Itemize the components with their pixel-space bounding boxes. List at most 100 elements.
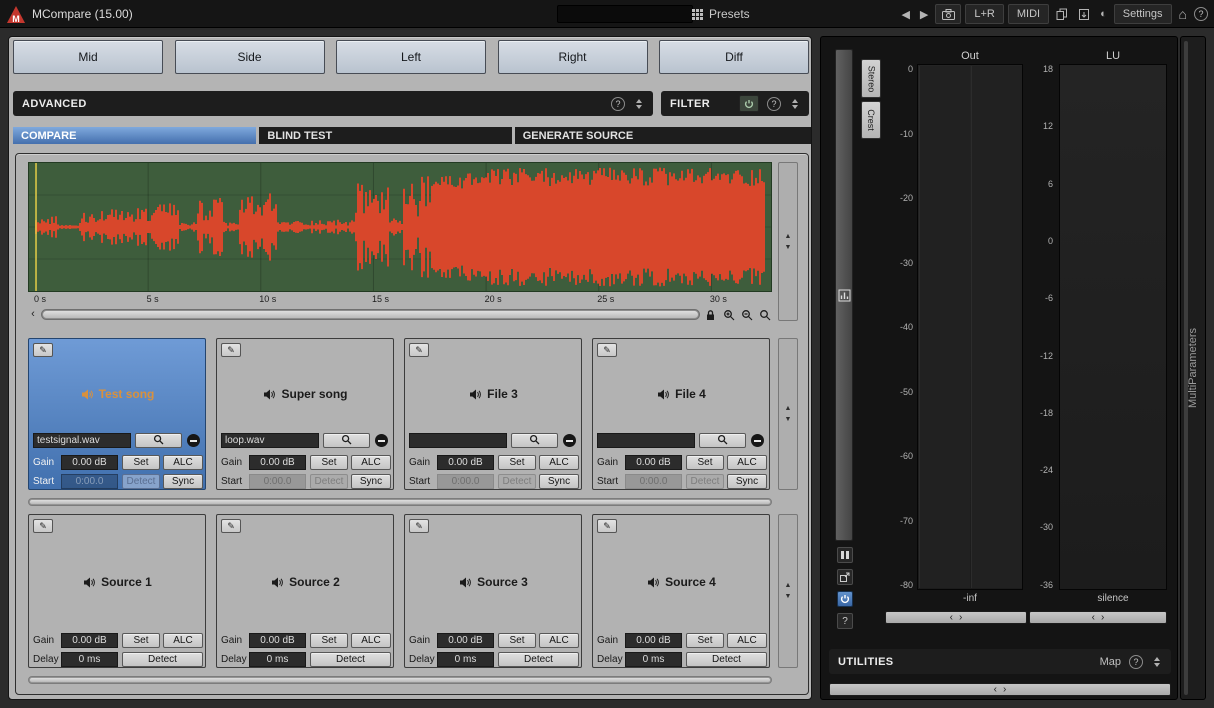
comparison-slot[interactable]: ✎ File 3 Gain 0.00 dB Set ALC [404,338,582,490]
copy-settings-button[interactable] [1053,4,1071,24]
gain-set-button[interactable]: Set [310,633,348,648]
remove-file-button[interactable] [749,433,765,448]
gain-set-button[interactable]: Set [122,455,160,470]
gain-value[interactable]: 0.00 dB [249,455,306,470]
gain-value[interactable]: 0.00 dB [249,633,306,648]
file-path-input[interactable] [597,433,695,448]
lu-meter-scrollbar[interactable]: ‹ › [1029,611,1167,624]
delay-detect-button[interactable]: Detect [498,652,579,667]
source-slot[interactable]: ✎ Source 2 Gain 0.00 dB Set ALC Delay 0 … [216,514,394,668]
row1-scroll-down-button[interactable]: ▼ [785,416,792,423]
channel-mode-button[interactable]: Mid [13,40,163,74]
remove-file-button[interactable] [373,433,389,448]
out-meter-scrollbar[interactable]: ‹ › [885,611,1027,624]
mode-tab[interactable]: GENERATE SOURCE [515,127,811,144]
alc-button[interactable]: ALC [163,633,203,648]
meters-help-button[interactable]: ? [837,613,853,629]
remove-file-button[interactable] [561,433,577,448]
gain-value[interactable]: 0.00 dB [437,633,494,648]
channel-mode-button[interactable]: Diff [659,40,809,74]
zoom-in-button[interactable] [721,308,736,321]
sync-button[interactable]: Sync [727,474,767,489]
filter-power-button[interactable] [739,95,759,112]
delay-value[interactable]: 0 ms [249,652,306,667]
source-slot[interactable]: ✎ Source 3 Gain 0.00 dB Set ALC Delay 0 … [404,514,582,668]
browse-file-button[interactable] [135,433,182,448]
scrollbar-track[interactable] [41,309,700,320]
sync-button[interactable]: Sync [351,474,391,489]
home-button[interactable]: ⌂ [1176,4,1190,24]
gain-value[interactable]: 0.00 dB [625,633,682,648]
alc-button[interactable]: ALC [539,633,579,648]
edit-slot-button[interactable]: ✎ [409,519,429,533]
gain-set-button[interactable]: Set [686,633,724,648]
browse-file-button[interactable] [511,433,558,448]
edit-slot-button[interactable]: ✎ [33,519,53,533]
gain-value[interactable]: 0.00 dB [61,455,118,470]
redo-forward-button[interactable]: ▶ [917,4,931,24]
advanced-help-button[interactable]: ? [611,97,625,111]
presets-button[interactable]: Presets [692,4,750,24]
analyzer-button[interactable] [838,289,851,302]
lr-channel-mode-button[interactable]: L+R [965,4,1004,24]
slots-row1-hscrollbar[interactable] [28,498,772,506]
channel-mode-button[interactable]: Right [498,40,648,74]
browse-file-button[interactable] [699,433,746,448]
alc-button[interactable]: ALC [727,455,767,470]
filter-collapse-spinner[interactable] [789,99,801,109]
alc-button[interactable]: ALC [727,633,767,648]
theme-toggle-button[interactable]: ◐ [1097,4,1110,24]
alc-button[interactable]: ALC [539,455,579,470]
snapshot-button[interactable] [935,4,961,24]
edit-slot-button[interactable]: ✎ [33,343,53,357]
mode-tab[interactable]: BLIND TEST [259,127,511,144]
sync-button[interactable]: Sync [539,474,579,489]
scroll-left-button[interactable]: ‹ [28,308,38,321]
gain-value[interactable]: 0.00 dB [61,633,118,648]
scrollbar-thumb[interactable] [30,500,770,504]
settings-button[interactable]: Settings [1114,4,1172,24]
map-button[interactable]: Map [1100,656,1121,668]
gain-set-button[interactable]: Set [498,633,536,648]
multiparameters-panel-handle[interactable]: MultiParameters [1180,36,1206,700]
gain-set-button[interactable]: Set [686,455,724,470]
browse-file-button[interactable] [323,433,370,448]
alc-button[interactable]: ALC [351,633,391,648]
panel-bottom-scrollbar[interactable]: ‹ › [829,683,1171,696]
row1-scroll-up-button[interactable]: ▲ [785,405,792,412]
gain-value[interactable]: 0.00 dB [625,455,682,470]
advanced-collapse-spinner[interactable] [633,99,645,109]
scrollbar-thumb[interactable] [30,678,770,682]
utilities-help-button[interactable]: ? [1129,655,1143,669]
edit-slot-button[interactable]: ✎ [409,343,429,357]
comparison-slot[interactable]: ✎ Super song Gain 0.00 dB Set ALC [216,338,394,490]
edit-slot-button[interactable]: ✎ [597,519,617,533]
scrollbar-thumb[interactable] [43,311,698,318]
undo-back-button[interactable]: ◀ [898,4,912,24]
delay-value[interactable]: 0 ms [625,652,682,667]
paste-settings-button[interactable] [1075,4,1093,24]
lock-zoom-button[interactable] [703,308,718,321]
pause-meters-button[interactable] [837,547,853,563]
row2-scroll-down-button[interactable]: ▼ [785,593,792,600]
remove-file-button[interactable] [185,433,201,448]
alc-button[interactable]: ALC [351,455,391,470]
edit-slot-button[interactable]: ✎ [597,343,617,357]
comparison-slot[interactable]: ✎ File 4 Gain 0.00 dB Set ALC [592,338,770,490]
delay-detect-button[interactable]: Detect [122,652,203,667]
gain-value[interactable]: 0.00 dB [437,455,494,470]
wave-zoom-up-button[interactable]: ▲ [785,233,792,240]
zoom-fit-button[interactable] [757,308,772,321]
gain-set-button[interactable]: Set [122,633,160,648]
row2-scroll-up-button[interactable]: ▲ [785,582,792,589]
wave-zoom-down-button[interactable]: ▼ [785,244,792,251]
alc-button[interactable]: ALC [163,455,203,470]
midi-button[interactable]: MIDI [1008,4,1049,24]
gain-set-button[interactable]: Set [498,455,536,470]
file-path-input[interactable] [221,433,319,448]
delay-value[interactable]: 0 ms [437,652,494,667]
waveform-display[interactable] [28,162,772,292]
file-path-input[interactable] [33,433,131,448]
gain-set-button[interactable]: Set [310,455,348,470]
delay-detect-button[interactable]: Detect [686,652,767,667]
